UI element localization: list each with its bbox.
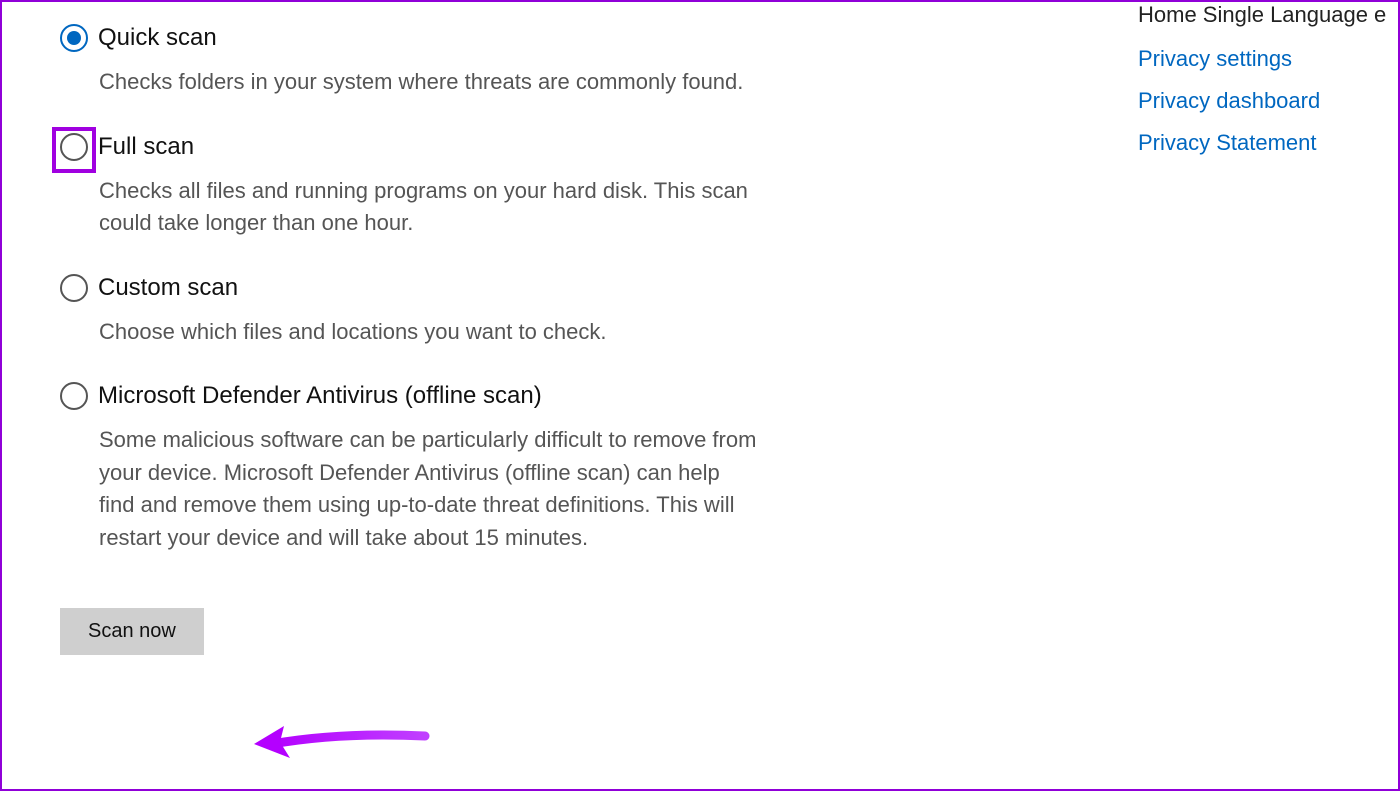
option-description: Choose which files and locations you wan… <box>99 316 759 349</box>
option-quick-scan: Quick scan Checks folders in your system… <box>60 24 780 99</box>
option-offline-scan: Microsoft Defender Antivirus (offline sc… <box>60 382 780 554</box>
link-privacy-settings[interactable]: Privacy settings <box>1138 46 1398 72</box>
link-privacy-dashboard[interactable]: Privacy dashboard <box>1138 88 1398 114</box>
option-label[interactable]: Microsoft Defender Antivirus (offline sc… <box>98 382 542 410</box>
radio-custom-scan[interactable] <box>60 274 88 302</box>
option-custom-scan: Custom scan Choose which files and locat… <box>60 274 780 349</box>
option-description: Some malicious software can be particula… <box>99 424 759 554</box>
scan-options-list: Quick scan Checks folders in your system… <box>60 24 780 655</box>
option-label[interactable]: Full scan <box>98 133 194 161</box>
option-description: Checks folders in your system where thre… <box>99 66 759 99</box>
scan-now-button[interactable]: Scan now <box>60 608 204 655</box>
arrow-annotation-icon <box>250 714 430 774</box>
option-full-scan: Full scan Checks all files and running p… <box>60 133 780 240</box>
option-label[interactable]: Custom scan <box>98 274 238 302</box>
radio-quick-scan[interactable] <box>60 24 88 52</box>
radio-full-scan[interactable] <box>60 133 88 161</box>
option-label[interactable]: Quick scan <box>98 24 217 52</box>
link-privacy-statement[interactable]: Privacy Statement <box>1138 130 1398 156</box>
option-description: Checks all files and running programs on… <box>99 175 759 240</box>
sidebar-title: Home Single Language e <box>1138 2 1398 28</box>
radio-offline-scan[interactable] <box>60 382 88 410</box>
sidebar: Home Single Language e Privacy settings … <box>1138 2 1398 172</box>
